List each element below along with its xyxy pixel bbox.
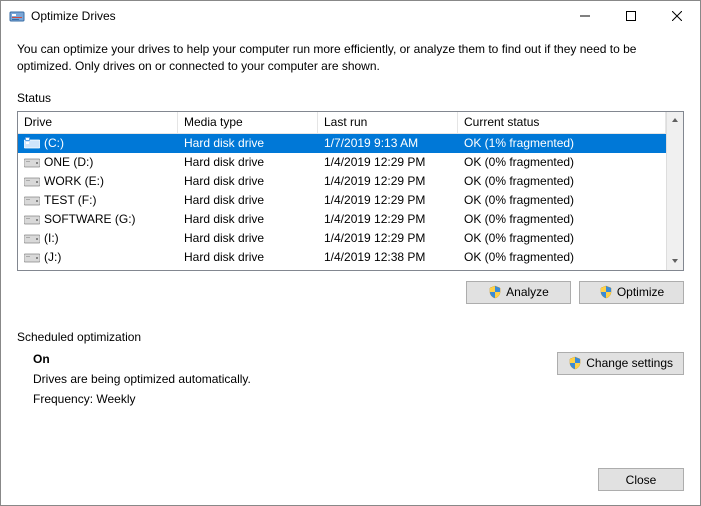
drive-name: (I:): [44, 231, 59, 245]
media-type: Hard disk drive: [178, 155, 318, 169]
current-status: OK (0% fragmented): [458, 174, 666, 188]
last-run: 1/4/2019 12:38 PM: [318, 250, 458, 264]
media-type: Hard disk drive: [178, 231, 318, 245]
drive-name: ONE (D:): [44, 155, 93, 169]
table-row[interactable]: (I:) Hard disk drive1/4/2019 12:29 PMOK (…: [18, 229, 666, 248]
drive-name: (C:): [44, 136, 64, 150]
media-type: Hard disk drive: [178, 136, 318, 150]
col-header-lastrun[interactable]: Last run: [318, 112, 458, 133]
col-header-drive[interactable]: Drive: [18, 112, 178, 133]
table-row[interactable]: SOFTWARE (G:) Hard disk drive1/4/2019 12:…: [18, 210, 666, 229]
schedule-state: On: [33, 352, 557, 366]
scroll-down-button[interactable]: [667, 253, 683, 270]
status-label: Status: [17, 91, 684, 105]
minimize-button[interactable]: [562, 1, 608, 31]
last-run: 1/4/2019 12:29 PM: [318, 155, 458, 169]
list-header[interactable]: Drive Media type Last run Current status: [18, 112, 666, 134]
maximize-button[interactable]: [608, 1, 654, 31]
analyze-label: Analyze: [506, 285, 549, 299]
drive-icon: [24, 194, 40, 206]
last-run: 1/4/2019 12:29 PM: [318, 174, 458, 188]
shield-icon: [599, 285, 613, 299]
drives-listbox[interactable]: Drive Media type Last run Current status…: [17, 111, 684, 271]
drive-icon: [24, 251, 40, 263]
media-type: Hard disk drive: [178, 193, 318, 207]
drive-icon: [24, 137, 40, 149]
table-row[interactable]: (C:) Hard disk drive1/7/2019 9:13 AMOK (1…: [18, 134, 666, 153]
close-label: Close: [626, 473, 657, 487]
table-row[interactable]: TEST (F:) Hard disk drive1/4/2019 12:29 P…: [18, 191, 666, 210]
last-run: 1/4/2019 12:29 PM: [318, 193, 458, 207]
shield-icon: [488, 285, 502, 299]
drive-icon: [24, 213, 40, 225]
drive-icon: [24, 232, 40, 244]
table-row[interactable]: ONE (D:) Hard disk drive1/4/2019 12:29 PM…: [18, 153, 666, 172]
change-settings-label: Change settings: [586, 356, 673, 370]
drive-icon: [24, 156, 40, 168]
current-status: OK (1% fragmented): [458, 136, 666, 150]
analyze-button[interactable]: Analyze: [466, 281, 571, 304]
media-type: Hard disk drive: [178, 250, 318, 264]
app-icon: [9, 8, 25, 24]
current-status: OK (0% fragmented): [458, 212, 666, 226]
drive-name: WORK (E:): [44, 174, 104, 188]
close-button[interactable]: [654, 1, 700, 31]
window-title: Optimize Drives: [31, 9, 116, 23]
schedule-label: Scheduled optimization: [17, 330, 684, 344]
optimize-button[interactable]: Optimize: [579, 281, 684, 304]
optimize-label: Optimize: [617, 285, 664, 299]
current-status: OK (0% fragmented): [458, 193, 666, 207]
scrollbar[interactable]: [666, 112, 683, 270]
current-status: OK (0% fragmented): [458, 231, 666, 245]
titlebar: Optimize Drives: [1, 1, 700, 31]
schedule-frequency: Frequency: Weekly: [33, 392, 557, 406]
current-status: OK (0% fragmented): [458, 155, 666, 169]
scroll-track[interactable]: [667, 129, 683, 253]
drive-icon: [24, 175, 40, 187]
table-row[interactable]: WORK (E:) Hard disk drive1/4/2019 12:29 P…: [18, 172, 666, 191]
media-type: Hard disk drive: [178, 212, 318, 226]
description-text: You can optimize your drives to help you…: [17, 41, 684, 75]
scroll-up-button[interactable]: [667, 112, 683, 129]
schedule-desc: Drives are being optimized automatically…: [33, 372, 557, 386]
last-run: 1/7/2019 9:13 AM: [318, 136, 458, 150]
col-header-status[interactable]: Current status: [458, 112, 666, 133]
last-run: 1/4/2019 12:29 PM: [318, 231, 458, 245]
last-run: 1/4/2019 12:29 PM: [318, 212, 458, 226]
close-dialog-button[interactable]: Close: [598, 468, 684, 491]
current-status: OK (0% fragmented): [458, 250, 666, 264]
change-settings-button[interactable]: Change settings: [557, 352, 684, 375]
shield-icon: [568, 356, 582, 370]
drive-name: TEST (F:): [44, 193, 96, 207]
table-row[interactable]: (J:) Hard disk drive1/4/2019 12:38 PMOK (…: [18, 248, 666, 267]
drive-name: SOFTWARE (G:): [44, 212, 136, 226]
drive-name: (J:): [44, 250, 61, 264]
col-header-media[interactable]: Media type: [178, 112, 318, 133]
media-type: Hard disk drive: [178, 174, 318, 188]
